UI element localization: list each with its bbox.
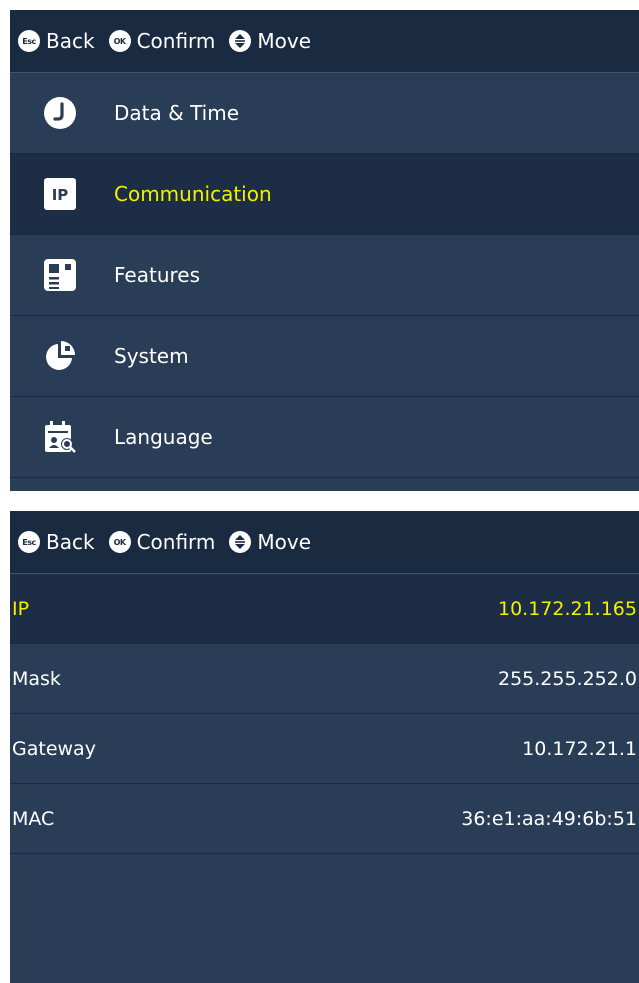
menu-item-system[interactable]: System (10, 316, 639, 397)
setting-label: MAC (12, 807, 55, 830)
confirm-label: Confirm (136, 530, 216, 554)
setting-value: 36:e1:aa:49:6b:51 (461, 807, 637, 830)
ok-key-icon: OK (108, 30, 131, 52)
menu-item-label: Data & Time (114, 101, 240, 125)
menu-item-features[interactable]: Features (10, 235, 639, 316)
move-hint[interactable]: Move (229, 29, 311, 53)
menu-item-date-time[interactable]: Data & Time (10, 73, 639, 154)
back-hint[interactable]: Esc Back (18, 29, 95, 53)
setting-value: 255.255.252.0 (497, 667, 637, 690)
setting-row-gateway[interactable]: Gateway 10.172.21.1 (10, 714, 639, 784)
move-label: Move (257, 530, 312, 554)
setting-label: IP (12, 597, 30, 620)
esc-key-icon: Esc (18, 531, 40, 553)
clock-icon (42, 95, 78, 131)
up-down-arrow-icon (229, 30, 252, 52)
pie-chart-icon (42, 338, 78, 374)
main-menu-panel: Esc Back OK Confirm Move Data & Time IP … (10, 10, 639, 491)
ok-key-icon: OK (108, 531, 131, 553)
move-label: Move (257, 29, 312, 53)
setting-value: 10.172.21.165 (497, 597, 637, 620)
menu-item-language[interactable]: Language (10, 397, 639, 478)
features-icon (42, 257, 78, 293)
esc-key-icon: Esc (18, 30, 40, 52)
language-icon (42, 419, 78, 455)
back-hint[interactable]: Esc Back (18, 530, 95, 554)
confirm-hint[interactable]: OK Confirm (108, 530, 216, 554)
back-label: Back (46, 29, 95, 53)
ip-icon: IP (42, 176, 78, 212)
setting-row-mac[interactable]: MAC 36:e1:aa:49:6b:51 (10, 784, 639, 854)
communication-panel: Esc Back OK Confirm Move IP 10.172.21.16… (10, 511, 639, 983)
move-hint[interactable]: Move (229, 530, 311, 554)
menu-item-label: Features (114, 263, 200, 287)
setting-value: 10.172.21.1 (522, 737, 637, 760)
nav-hint-bar: Esc Back OK Confirm Move (10, 10, 639, 73)
confirm-label: Confirm (136, 29, 216, 53)
setting-label: Mask (12, 667, 61, 690)
setting-label: Gateway (12, 737, 96, 760)
up-down-arrow-icon (229, 531, 252, 553)
nav-hint-bar: Esc Back OK Confirm Move (10, 511, 639, 574)
confirm-hint[interactable]: OK Confirm (108, 29, 216, 53)
back-label: Back (46, 530, 95, 554)
menu-item-label: System (114, 344, 189, 368)
svg-text:IP: IP (52, 186, 69, 204)
menu-item-label: Language (114, 425, 213, 449)
setting-row-ip[interactable]: IP 10.172.21.165 (10, 574, 639, 644)
menu-item-communication[interactable]: IP Communication (10, 154, 639, 235)
setting-row-mask[interactable]: Mask 255.255.252.0 (10, 644, 639, 714)
menu-item-label: Communication (114, 182, 272, 206)
